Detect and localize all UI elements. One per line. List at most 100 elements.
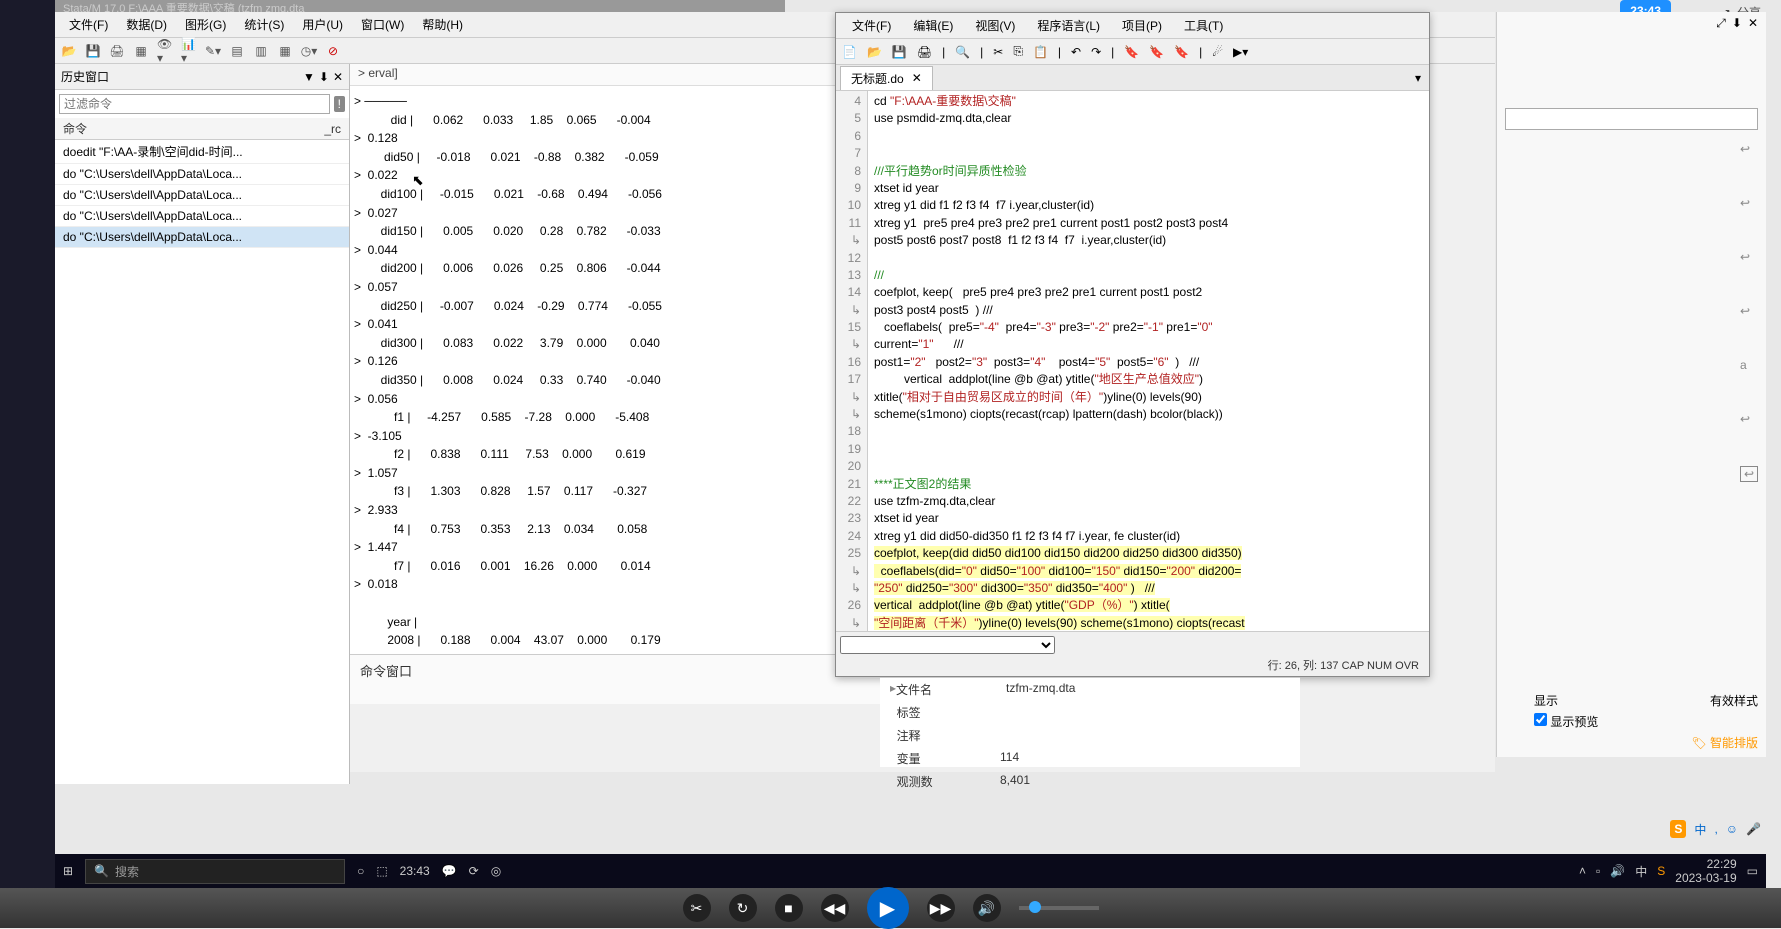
menu-help[interactable]: 帮助(H) (414, 13, 471, 36)
do-code-area[interactable]: 4567891011↳121314↳15↳1617↳↳1819202122232… (836, 91, 1429, 631)
preview-checkbox[interactable]: 显示预览 (1534, 713, 1598, 730)
do-menu-project[interactable]: 项目(P) (1112, 14, 1172, 37)
log-icon[interactable]: ▦ (133, 43, 149, 59)
undo-icon[interactable]: ↶ (1071, 45, 1081, 59)
ime-punct[interactable]: , (1714, 822, 1717, 836)
do-menu-tools[interactable]: 工具(T) (1174, 14, 1233, 37)
bookmark-next-icon[interactable]: 🔖 (1174, 45, 1189, 59)
tray-icon[interactable]: ▫ (1596, 864, 1600, 878)
open-icon[interactable]: 📂 (867, 45, 882, 59)
col-rc[interactable]: _rc (324, 122, 341, 136)
history-item[interactable]: do "C:\Users\dell\AppData\Loca... (55, 227, 349, 248)
open-icon[interactable]: 📂 (61, 43, 77, 59)
tray-up-icon[interactable]: ˄ (1579, 864, 1586, 878)
paste-icon[interactable]: 📋 (1033, 45, 1048, 59)
row-icon[interactable]: ↩ (1740, 250, 1758, 264)
video-stop-button[interactable]: ■ (775, 894, 803, 922)
row-icon[interactable]: ↩ (1740, 196, 1758, 210)
ime-mic[interactable]: 🎤 (1746, 822, 1761, 836)
search-icon[interactable]: 🔍 (955, 45, 970, 59)
redo-icon[interactable]: ↷ (1091, 45, 1101, 59)
tray-sogou-icon[interactable]: S (1657, 864, 1665, 878)
app-icon[interactable]: ◎ (491, 864, 501, 878)
close-icon[interactable]: ✕ (1748, 16, 1758, 34)
history-filter-input[interactable] (59, 94, 330, 114)
tray-icon[interactable]: 中 (1635, 863, 1647, 880)
menu-window[interactable]: 窗口(W) (353, 13, 412, 36)
menu-graphics[interactable]: 图形(G) (177, 13, 234, 36)
smart-layout[interactable]: 🏷 智能排版 (1534, 732, 1758, 753)
warn-icon[interactable]: ! (334, 96, 345, 112)
start-icon[interactable]: ⊞ (63, 864, 73, 878)
do-menu-file[interactable]: 文件(F) (842, 14, 901, 37)
menu-data[interactable]: 数据(D) (118, 13, 175, 36)
menu-user[interactable]: 用户(U) (294, 13, 351, 36)
ime-emoji[interactable]: ☺ (1726, 822, 1738, 836)
bookmark-prev-icon[interactable]: 🔖 (1149, 45, 1164, 59)
history-columns: 命令 _rc (55, 118, 349, 140)
cut-icon[interactable]: ✂ (993, 45, 1003, 59)
video-volume-button[interactable]: 🔊 (973, 894, 1001, 922)
varmgr-icon[interactable]: ▦ (277, 43, 293, 59)
dataeditor-icon[interactable]: ▤ (229, 43, 245, 59)
pin-icon[interactable]: ⬇ (1732, 16, 1742, 34)
expand-icon[interactable]: ⤢ (1716, 16, 1726, 34)
save-icon[interactable]: 💾 (892, 45, 907, 59)
cortana-icon[interactable]: ○ (357, 864, 364, 878)
graph-icon[interactable]: 📊▾ (181, 43, 197, 59)
menu-file[interactable]: 文件(F) (61, 13, 116, 36)
taskbar-search[interactable]: 🔍 搜索 (85, 859, 345, 884)
tray-icon[interactable]: 🔊 (1610, 864, 1625, 878)
view-icon[interactable]: 👁▾ (157, 43, 173, 59)
pin-icon[interactable]: ⬇ (319, 70, 329, 84)
right-combo[interactable] (1505, 108, 1758, 130)
video-play-button[interactable]: ▶ (867, 887, 909, 929)
app-icon[interactable]: 💬 (442, 864, 457, 878)
row-icon[interactable]: ↩ (1740, 412, 1758, 426)
close-icon[interactable]: ✕ (333, 70, 343, 84)
do-combo[interactable] (840, 636, 1055, 654)
save-icon[interactable]: 💾 (85, 43, 101, 59)
break-icon[interactable]: ⊘ (325, 43, 341, 59)
taskview-icon[interactable]: ⬚ (376, 864, 387, 878)
copy-icon[interactable]: ⎘ (1013, 44, 1023, 59)
app-icon[interactable]: ⟳ (469, 864, 479, 878)
history-item[interactable]: do "C:\Users\dell\AppData\Loca... (55, 164, 349, 185)
ime-lang[interactable]: 中 (1694, 821, 1706, 838)
tray-notif-icon[interactable]: ▭ (1747, 864, 1758, 878)
volume-slider[interactable] (1019, 906, 1099, 910)
do-menu-view[interactable]: 视图(V) (965, 14, 1025, 37)
menu-statistics[interactable]: 统计(S) (236, 13, 292, 36)
databrowse-icon[interactable]: ▥ (253, 43, 269, 59)
box-icon[interactable]: ↩ (1740, 466, 1758, 482)
bookmark-icon[interactable]: 🔖 (1124, 45, 1139, 59)
do-menu-lang[interactable]: 程序语言(L) (1027, 14, 1110, 37)
sogou-icon[interactable]: S (1670, 820, 1686, 838)
history-item[interactable]: doedit "F:\AA-录制\空间did-时间... (55, 140, 349, 164)
history-item[interactable]: do "C:\Users\dell\AppData\Loca... (55, 185, 349, 206)
video-prev-button[interactable]: ◀◀ (821, 894, 849, 922)
col-cmd[interactable]: 命令 (63, 120, 87, 137)
row-icon[interactable]: ↩ (1740, 304, 1758, 318)
tab-dropdown-icon[interactable]: ▾ (1407, 71, 1429, 85)
clock-icon[interactable]: ◷▾ (301, 43, 317, 59)
balloon-icon[interactable]: ☄ (1212, 45, 1223, 59)
do-tab-label: 无标题.do (851, 70, 904, 87)
tab-close-icon[interactable]: ✕ (912, 71, 922, 85)
video-next-button[interactable]: ▶▶ (927, 894, 955, 922)
results-tab: erval] (368, 66, 397, 80)
do-tab-active[interactable]: 无标题.do ✕ (840, 66, 933, 90)
results-output[interactable]: > ───── did | 0.062 0.033 1.85 0.065 -0.… (350, 86, 840, 654)
video-reload-icon[interactable]: ↻ (729, 894, 757, 922)
doedit-icon[interactable]: ✎▾ (205, 43, 221, 59)
filter-icon[interactable]: ▼ (303, 70, 315, 84)
history-item[interactable]: do "C:\Users\dell\AppData\Loca... (55, 206, 349, 227)
do-menu-edit[interactable]: 编辑(E) (903, 14, 963, 37)
font-icon[interactable]: a (1740, 358, 1758, 372)
run-icon[interactable]: ▶▾ (1233, 45, 1248, 59)
print-icon[interactable]: 🖨 (917, 45, 932, 59)
row-icon[interactable]: ↩ (1740, 142, 1758, 156)
video-person-icon[interactable]: ✂ (683, 894, 711, 922)
print-icon[interactable]: 🖨 (109, 43, 125, 59)
new-icon[interactable]: 📄 (842, 45, 857, 59)
